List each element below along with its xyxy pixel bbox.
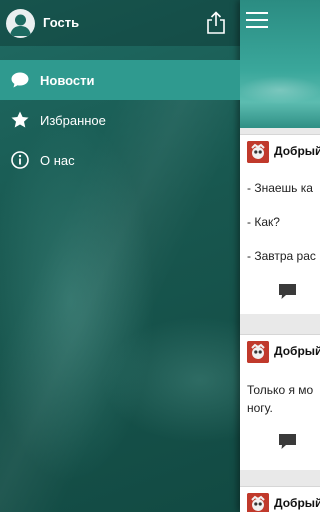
post-text-line: - Завтра рас (247, 249, 316, 263)
menu-item-about[interactable]: О нас (0, 140, 240, 180)
hamburger-menu-icon[interactable] (246, 12, 268, 32)
navigation-drawer: Гость Новости Избранное О нас (0, 0, 240, 512)
drawer-menu: Новости Избранное О нас (0, 60, 240, 180)
menu-item-favorites[interactable]: Избранное (0, 100, 240, 140)
menu-item-label: Избранное (40, 113, 106, 128)
menu-item-news[interactable]: Новости (0, 60, 240, 100)
main-content: Добрый - Знаешь ка - Как? - Завтра рас Д… (240, 0, 320, 512)
post-card: Добрый (240, 486, 320, 512)
post-text-line: ногу. (247, 401, 273, 415)
post-card: Добрый Только я мо ногу. (240, 334, 320, 470)
author-avatar-icon[interactable] (247, 141, 269, 163)
post-text-line: - Знаешь ка (247, 181, 313, 195)
user-name: Гость (43, 15, 80, 30)
share-icon[interactable] (205, 11, 227, 35)
post-text-line: - Как? (247, 215, 280, 229)
chat-bubble-icon (10, 70, 30, 90)
comment-icon[interactable] (278, 433, 297, 450)
post-author: Добрый (274, 144, 320, 158)
comment-icon[interactable] (278, 283, 297, 300)
info-icon (10, 150, 30, 170)
star-icon (10, 110, 30, 130)
app-bar (240, 0, 320, 128)
author-avatar-icon[interactable] (247, 341, 269, 363)
menu-item-label: Новости (40, 73, 95, 88)
user-avatar-icon[interactable] (6, 9, 35, 38)
author-avatar-icon[interactable] (247, 493, 269, 512)
post-text-line: Только я мо (247, 383, 314, 397)
drawer-header: Гость (0, 0, 240, 46)
post-author: Добрый (274, 344, 320, 358)
post-card: Добрый - Знаешь ка - Как? - Завтра рас (240, 134, 320, 314)
post-author: Добрый (274, 496, 320, 510)
menu-item-label: О нас (40, 153, 75, 168)
